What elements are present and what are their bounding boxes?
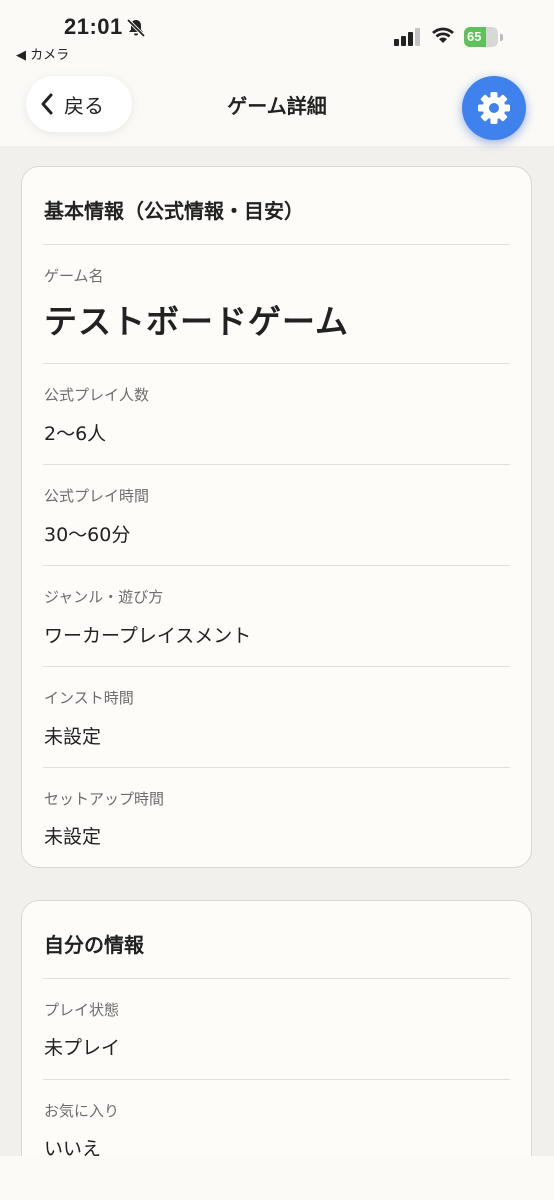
game-name-label: ゲーム名 [44, 267, 104, 285]
basic-info-card: 基本情報（公式情報・目安） ゲーム名 テストボードゲーム 公式プレイ人数 2〜6… [21, 166, 532, 868]
battery-indicator: 65 [464, 27, 503, 47]
divider [43, 464, 510, 465]
status-bar: 21:01 ◀ カメラ 65 [0, 0, 554, 70]
bottom-safe-area [0, 1156, 554, 1200]
setup-time-label: セットアップ時間 [44, 790, 165, 808]
players-label: 公式プレイ人数 [44, 386, 150, 404]
play-status-value: 未プレイ [44, 1037, 121, 1059]
detail-content[interactable]: 基本情報（公式情報・目安） ゲーム名 テストボードゲーム 公式プレイ人数 2〜6… [0, 146, 554, 1156]
divider [43, 565, 510, 566]
play-status-label: プレイ状態 [44, 1001, 120, 1019]
favorite-label: お気に入り [44, 1102, 120, 1120]
divider [43, 1079, 510, 1080]
favorite-value: いいえ [44, 1138, 102, 1156]
play-time-label: 公式プレイ時間 [44, 487, 150, 505]
instruction-time-label: インスト時間 [44, 689, 134, 707]
genre-label: ジャンル・遊び方 [44, 588, 164, 606]
divider [43, 978, 510, 979]
back-to-camera-link[interactable]: ◀ カメラ [16, 44, 69, 63]
status-time: 21:01 [64, 14, 123, 39]
players-value: 2〜6人 [44, 423, 107, 445]
basic-info-title: 基本情報（公式情報・目安） [44, 199, 304, 223]
game-name-value: テストボードゲーム [44, 302, 350, 341]
gear-icon [478, 92, 510, 124]
wifi-icon [432, 27, 454, 43]
divider [43, 363, 510, 364]
instruction-time-value: 未設定 [44, 726, 102, 748]
setup-time-value: 未設定 [44, 826, 102, 848]
my-info-card: 自分の情報 プレイ状態 未プレイ お気に入り いいえ [21, 900, 532, 1156]
divider [43, 666, 510, 667]
divider [43, 767, 510, 768]
battery-percent: 65 [467, 29, 482, 44]
navigation-bar: 戻る ゲーム詳細 [0, 70, 554, 146]
play-time-value: 30〜60分 [44, 524, 131, 546]
settings-button[interactable] [462, 76, 526, 140]
bell-mute-icon [126, 18, 146, 38]
my-info-title: 自分の情報 [44, 933, 144, 957]
divider [43, 244, 510, 245]
genre-value: ワーカープレイスメント [44, 625, 252, 647]
cellular-signal-icon [394, 28, 420, 46]
